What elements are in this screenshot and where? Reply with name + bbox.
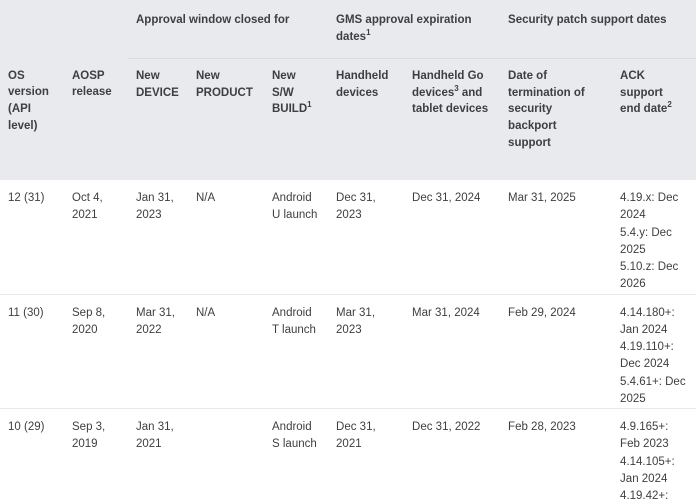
cell-aosp-release: Sep 8, 2020 (64, 294, 128, 409)
column-header-termination-backport-label: Date of termination of security backport… (508, 70, 585, 149)
footnote-marker-1b: 1 (307, 100, 312, 110)
group-header-security-patch: Security patch support dates (500, 0, 696, 59)
cell-new-product (188, 408, 264, 503)
group-header-gms-expiration-label: GMS approval expiration dates (336, 14, 472, 43)
cell-ack-support-end: 4.14.180+: Jan 2024 4.19.110+: Dec 2024 … (612, 294, 696, 409)
column-header-new-product-label: New PRODUCT (196, 70, 253, 99)
table-body: 12 (31) Oct 4, 2021 Jan 31, 2023 N/A And… (0, 180, 696, 503)
group-header-approval-window-label: Approval window closed for (136, 14, 290, 26)
column-header-aosp-release: AOSP release (64, 58, 128, 180)
cell-aosp-release: Oct 4, 2021 (64, 180, 128, 295)
column-header-new-product: New PRODUCT (188, 58, 264, 180)
column-header-termination-backport: Date of termination of security backport… (500, 58, 613, 180)
footnote-marker-1: 1 (366, 27, 371, 37)
table-row: 12 (31) Oct 4, 2021 Jan 31, 2023 N/A And… (0, 180, 696, 295)
cell-new-product: N/A (188, 180, 264, 295)
cell-ack-support-end: 4.9.165+: Feb 2023 4.14.105+: Jan 2024 4… (612, 408, 696, 503)
column-header-handheld-go-tablet: Handheld Go devices3 and tablet devices (404, 58, 501, 180)
android-version-support-table: Approval window closed for GMS approval … (0, 0, 696, 503)
cell-new-product: N/A (188, 294, 264, 409)
column-header-new-device: New DEVICE (128, 58, 188, 180)
cell-termination-backport: Mar 31, 2025 (500, 180, 613, 295)
cell-os-version: 11 (30) (0, 294, 64, 409)
group-header-row: Approval window closed for GMS approval … (0, 0, 696, 59)
group-header-security-patch-label: Security patch support dates (508, 14, 667, 26)
table-header: Approval window closed for GMS approval … (0, 0, 696, 180)
cell-aosp-release: Sep 3, 2019 (64, 408, 128, 503)
cell-new-device: Jan 31, 2021 (128, 408, 188, 503)
android-version-support-table-container: Approval window closed for GMS approval … (0, 0, 696, 503)
cell-handheld-devices: Dec 31, 2021 (328, 408, 405, 503)
column-header-ack-support-end: ACK support end date2 (612, 58, 696, 180)
cell-handheld-devices: Mar 31, 2023 (328, 294, 405, 409)
cell-new-sw-build: Android T launch (264, 294, 329, 409)
cell-new-device: Jan 31, 2023 (128, 180, 188, 295)
cell-handheld-go-tablet: Mar 31, 2024 (404, 294, 501, 409)
column-header-new-sw-build-label: New S/W BUILD (272, 70, 308, 116)
table-row: 11 (30) Sep 8, 2020 Mar 31, 2022 N/A And… (0, 294, 696, 409)
column-header-new-device-label: New DEVICE (136, 70, 179, 99)
column-header-handheld-devices-label: Handheld devices (336, 70, 389, 99)
column-header-new-sw-build: New S/W BUILD1 (264, 58, 329, 180)
table-row: 10 (29) Sep 3, 2019 Jan 31, 2021 Android… (0, 408, 696, 503)
cell-termination-backport: Feb 29, 2024 (500, 294, 613, 409)
cell-new-sw-build: Android U launch (264, 180, 329, 295)
cell-new-device: Mar 31, 2022 (128, 294, 188, 409)
cell-handheld-devices: Dec 31, 2023 (328, 180, 405, 295)
cell-handheld-go-tablet: Dec 31, 2022 (404, 408, 501, 503)
cell-os-version: 10 (29) (0, 408, 64, 503)
cell-handheld-go-tablet: Dec 31, 2024 (404, 180, 501, 295)
column-header-ack-support-end-label: ACK support end date (620, 70, 668, 116)
column-header-aosp-release-label: AOSP release (72, 69, 112, 99)
group-header-approval-window: Approval window closed for (128, 0, 329, 59)
cell-ack-support-end: 4.19.x: Dec 2024 5.4.y: Dec 2025 5.10.z:… (612, 180, 696, 295)
column-header-handheld-devices: Handheld devices (328, 58, 405, 180)
cell-new-sw-build: Android S launch (264, 408, 329, 503)
column-header-row: OS version (API level) AOSP release New … (0, 58, 696, 180)
cell-termination-backport: Feb 28, 2023 (500, 408, 613, 503)
footnote-marker-2: 2 (667, 100, 672, 110)
column-header-os-version: OS version (API level) (0, 58, 64, 180)
group-header-blank (0, 0, 128, 59)
cell-os-version: 12 (31) (0, 180, 64, 295)
column-header-os-version-label: OS version (API level) (8, 69, 49, 132)
group-header-gms-expiration: GMS approval expiration dates1 (328, 0, 501, 59)
